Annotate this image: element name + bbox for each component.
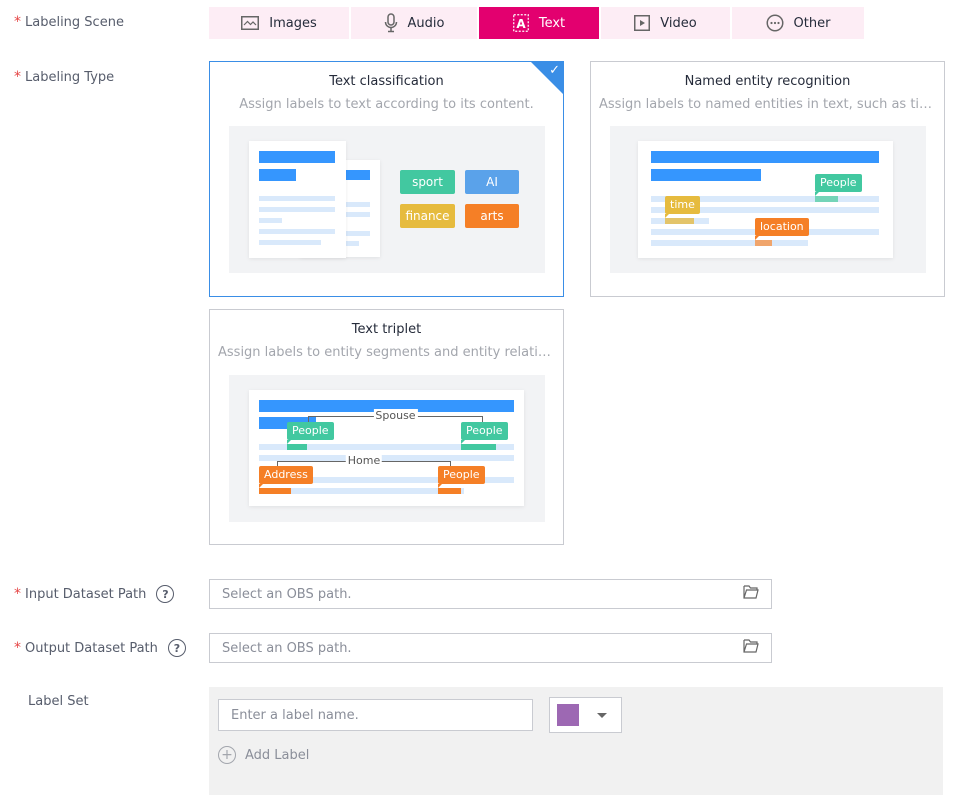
card-description: Assign labels to entity segments and ent… <box>218 345 555 360</box>
card-text-classification[interactable]: Text classification Assign labels to tex… <box>209 61 564 297</box>
label-name-input[interactable] <box>231 707 520 723</box>
text-line <box>344 231 370 236</box>
required-mark: * <box>14 640 21 656</box>
text-line <box>259 207 335 212</box>
required-mark: * <box>14 586 21 602</box>
relation-label: Home <box>345 454 383 468</box>
labeling-scene-label: * Labeling Scene <box>14 14 124 30</box>
entity-highlight <box>461 444 496 450</box>
caret-down-icon <box>597 713 607 718</box>
entity-highlight <box>665 218 694 224</box>
tab-audio[interactable]: Audio <box>351 7 477 39</box>
output-dataset-path-label: * Output Dataset Path ? <box>14 639 186 657</box>
ner-illustration: People time location <box>610 126 926 273</box>
text-line <box>259 218 282 223</box>
entity-highlight <box>259 488 291 494</box>
tag-address: Address <box>259 466 313 488</box>
tab-images-label: Images <box>269 15 317 31</box>
output-dataset-path-input[interactable] <box>222 640 743 656</box>
text-line <box>259 229 335 234</box>
text-line <box>344 202 370 207</box>
card-title: Text classification <box>329 74 444 89</box>
relation-spouse: Spouse <box>308 409 486 429</box>
text-bar <box>344 170 370 180</box>
card-description: Assign labels to named entities in text,… <box>599 97 936 112</box>
card-named-entity-recognition[interactable]: Named entity recognition Assign labels t… <box>590 61 945 297</box>
add-circle-icon: + <box>218 746 236 764</box>
entity-highlight <box>815 196 838 202</box>
tab-audio-label: Audio <box>407 15 445 31</box>
tab-text[interactable]: A Text <box>479 7 599 39</box>
entity-highlight <box>287 444 307 450</box>
triplet-illustration: Spouse Home People People Address People <box>229 375 545 522</box>
classification-illustration: sport AI finance arts <box>229 126 545 273</box>
tag-time: time <box>665 196 700 218</box>
card-text-triplet[interactable]: Text triplet Assign labels to entity seg… <box>209 309 564 545</box>
folder-icon[interactable] <box>743 585 759 603</box>
document: Spouse Home People People Address People <box>249 390 524 506</box>
output-dataset-path-text: Output Dataset Path <box>25 640 158 656</box>
text-bar <box>259 169 296 181</box>
card-title: Named entity recognition <box>684 74 851 89</box>
tag-people: People <box>815 174 862 196</box>
tab-other-label: Other <box>793 15 831 31</box>
tag-finance: finance <box>400 204 455 228</box>
tag-people: People <box>461 422 508 444</box>
text-bar <box>651 151 879 163</box>
tag-location: location <box>755 218 809 240</box>
label-set-panel: + Add Label <box>209 687 943 795</box>
labeling-scene-text: Labeling Scene <box>25 14 124 30</box>
tab-images[interactable]: Images <box>209 7 349 39</box>
checkmark-icon: ✓ <box>549 63 560 78</box>
input-dataset-path-text: Input Dataset Path <box>25 586 147 602</box>
svg-text:A: A <box>516 17 526 31</box>
tab-video[interactable]: Video <box>601 7 730 39</box>
tag-ai: AI <box>465 170 519 194</box>
text-bar <box>259 151 335 163</box>
output-dataset-path-field[interactable] <box>209 633 772 663</box>
color-swatch <box>557 704 579 726</box>
tag-people: People <box>438 466 485 488</box>
card-title: Text triplet <box>351 322 422 337</box>
tab-text-label: Text <box>538 15 566 31</box>
tag-arts: arts <box>465 204 519 228</box>
text-icon: A <box>512 14 529 32</box>
help-icon[interactable]: ? <box>167 639 186 657</box>
labeling-type-label: * Labeling Type <box>14 69 114 85</box>
add-label-text: Add Label <box>245 747 310 763</box>
video-play-icon <box>634 15 651 31</box>
help-icon[interactable]: ? <box>156 585 175 603</box>
add-label-button[interactable]: + Add Label <box>218 746 309 764</box>
label-set-label: Label Set <box>28 694 89 709</box>
microphone-icon <box>384 13 398 33</box>
tag-sport: sport <box>400 170 455 194</box>
scene-tabs: Images Audio A Text Video Other <box>209 7 866 39</box>
required-mark: * <box>14 14 21 30</box>
entity-highlight <box>755 240 772 246</box>
tab-other[interactable]: Other <box>732 7 864 39</box>
entity-highlight <box>438 488 461 494</box>
image-icon <box>241 16 260 30</box>
input-dataset-path-field[interactable] <box>209 579 772 609</box>
labeling-type-text: Labeling Type <box>25 69 115 85</box>
more-circle-icon <box>766 14 784 32</box>
text-line <box>344 241 359 246</box>
input-dataset-path-input[interactable] <box>222 586 743 602</box>
text-bar <box>651 169 761 181</box>
text-line <box>344 212 370 217</box>
text-line <box>651 240 808 246</box>
label-color-select[interactable] <box>549 697 622 733</box>
text-line <box>259 240 321 245</box>
document: People time location <box>638 141 893 258</box>
text-line <box>259 196 335 201</box>
relation-label: Spouse <box>373 409 418 423</box>
folder-icon[interactable] <box>743 639 759 657</box>
tab-video-label: Video <box>660 15 697 31</box>
required-mark: * <box>14 69 21 85</box>
input-dataset-path-label: * Input Dataset Path ? <box>14 585 175 603</box>
card-description: Assign labels to text according to its c… <box>239 97 534 112</box>
label-name-field[interactable] <box>218 699 533 731</box>
tag-people: People <box>287 422 334 444</box>
front-document <box>249 141 346 258</box>
